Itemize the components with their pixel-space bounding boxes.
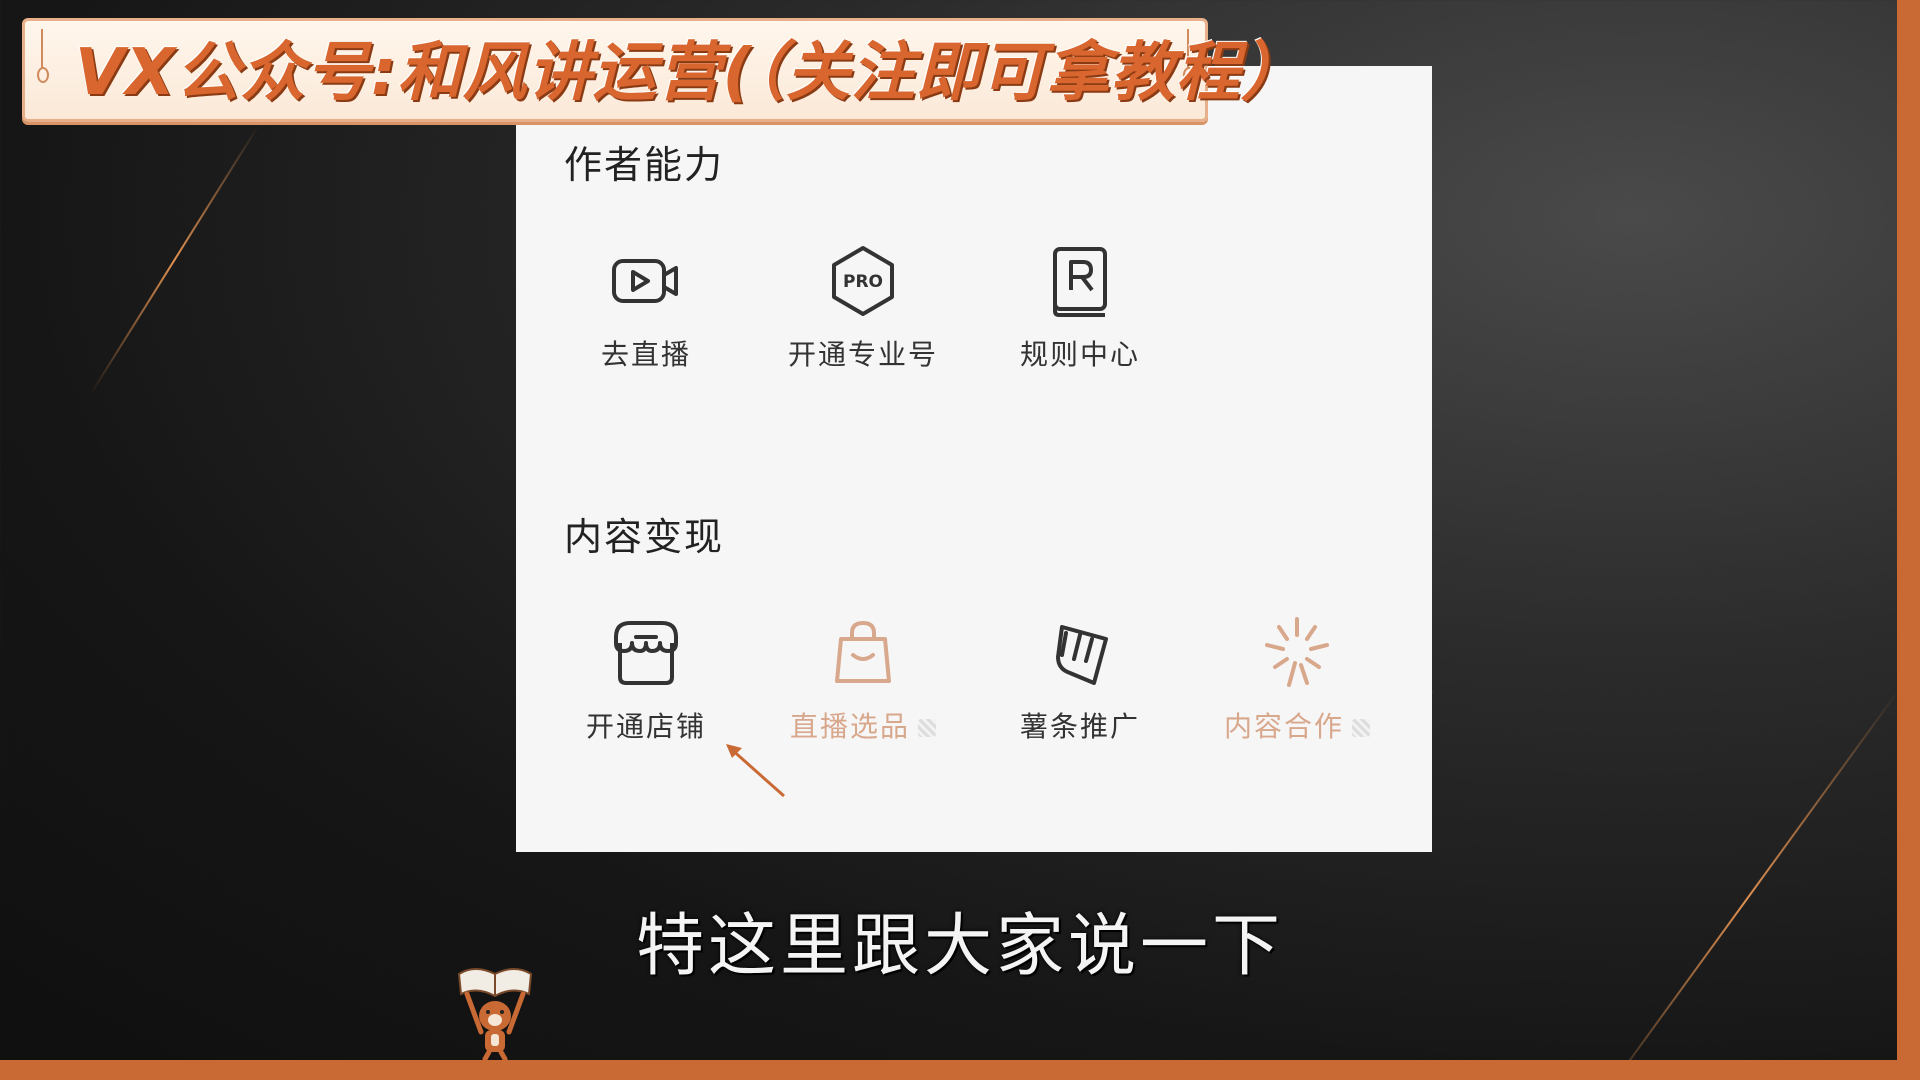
fries-promo-icon — [1056, 625, 1108, 685]
open-store-label: 开通店铺 — [585, 710, 706, 743]
decor-line — [1592, 688, 1900, 1080]
mascot-reading-icon — [457, 968, 533, 1060]
rule-center-item[interactable]: 规则中心 — [980, 241, 1180, 373]
sparkle-icon — [1265, 617, 1329, 687]
banner-title: VX公众号:和风讲运营(（关注即可拿教程） — [75, 36, 1306, 110]
beta-tag-icon — [1352, 719, 1370, 737]
shopping-bag-icon — [835, 620, 891, 683]
go-live-item[interactable]: 去直播 — [546, 241, 746, 373]
pro-badge-icon: PRO — [832, 246, 894, 316]
open-pro-account-label: 开通专业号 — [787, 338, 938, 371]
settings-panel: 作者能力 去直播 PRO 开通专业号 规则中心 内容变现 开通店铺 直播选品 薯… — [516, 66, 1432, 852]
section-title-content-monetization: 内容变现 — [564, 515, 725, 559]
fries-promotion-item[interactable]: 薯条推广 — [980, 613, 1180, 745]
fries-promotion-label: 薯条推广 — [1019, 710, 1140, 743]
pointer-arrow-icon — [726, 744, 785, 798]
store-icon — [614, 621, 678, 685]
content-cooperation-label: 内容合作 — [1197, 705, 1397, 745]
banner-pin-left — [37, 29, 49, 83]
video-subtitle: 特这里跟大家说一下 — [635, 907, 1284, 986]
content-cooperation-item[interactable]: 内容合作 — [1197, 613, 1397, 745]
decor-line — [88, 123, 260, 397]
beta-tag-icon — [918, 719, 936, 737]
live-product-selection-item[interactable]: 直播选品 — [763, 613, 963, 745]
svg-text:PRO: PRO — [843, 272, 883, 292]
rule-center-label: 规则中心 — [1019, 338, 1140, 371]
section-title-author-abilities: 作者能力 — [564, 143, 725, 187]
video-camera-icon — [612, 259, 678, 303]
open-pro-account-item[interactable]: PRO 开通专业号 — [763, 241, 963, 373]
go-live-label: 去直播 — [600, 338, 691, 371]
promo-banner: VX公众号:和风讲运营(（关注即可拿教程） — [22, 18, 1305, 122]
rule-book-icon — [1053, 247, 1107, 317]
live-product-selection-label: 直播选品 — [763, 705, 963, 745]
open-store-item[interactable]: 开通店铺 — [546, 613, 746, 745]
orange-frame-bottom — [0, 1060, 1920, 1080]
